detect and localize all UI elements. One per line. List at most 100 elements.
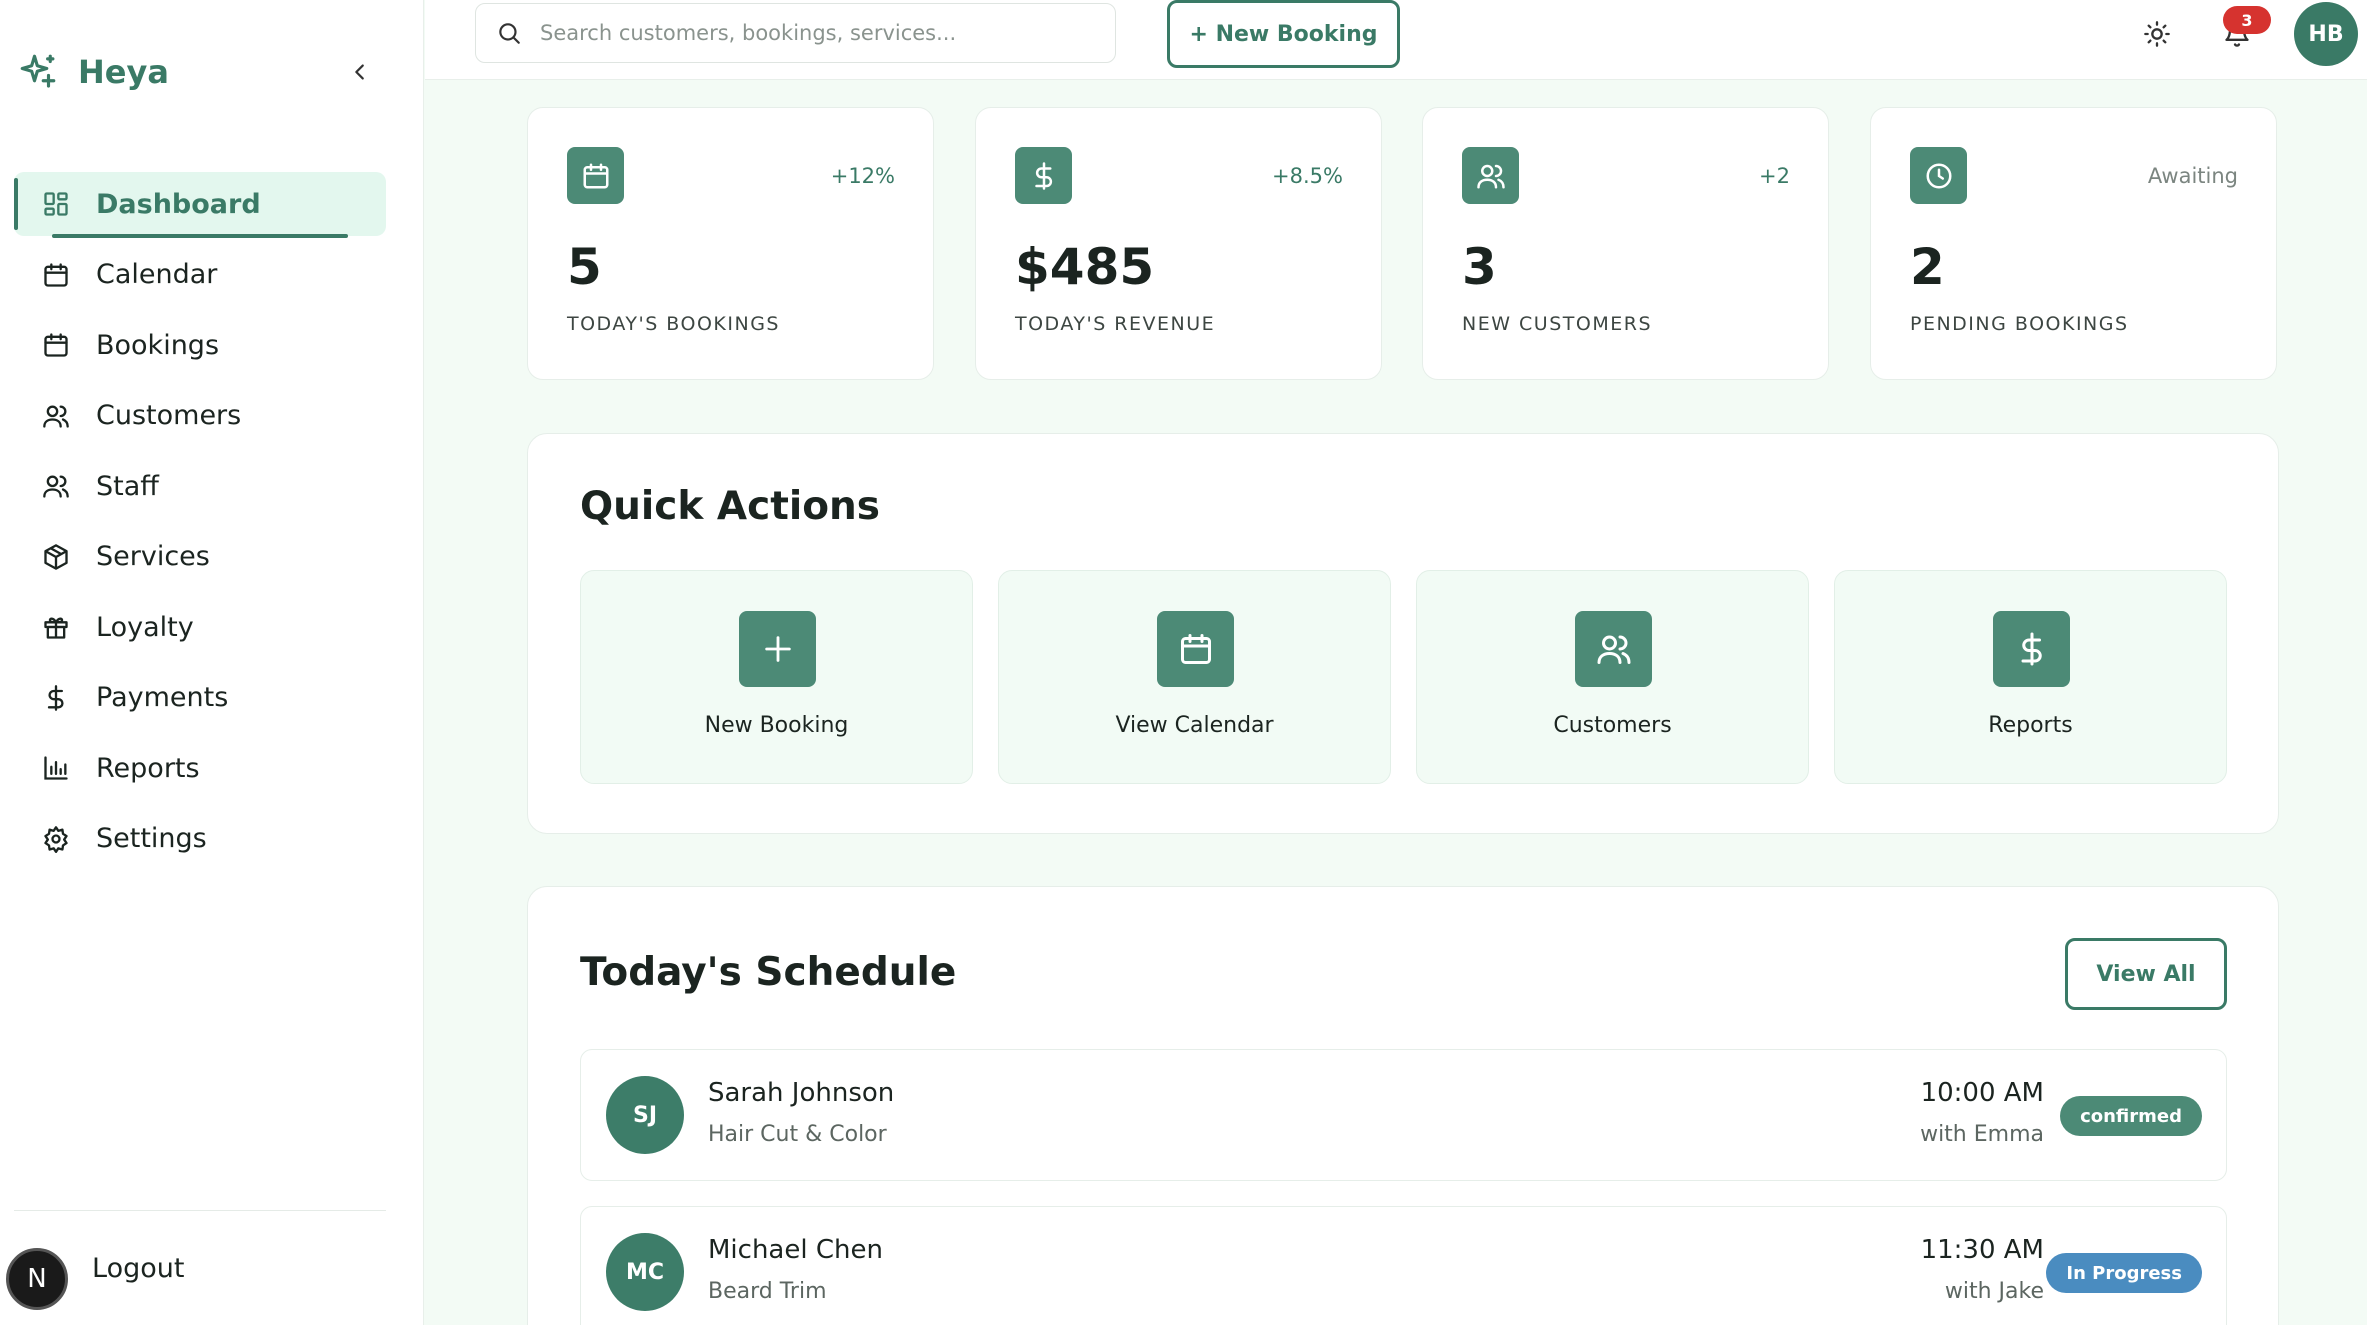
calendar-icon: [40, 329, 72, 361]
service-name: Hair Cut & Color: [708, 1122, 887, 1147]
sidebar-item-label: Loyalty: [96, 611, 194, 643]
bar-chart-icon: [40, 752, 72, 784]
sidebar: Heya Dashboard Calendar Bookings Custome…: [0, 0, 424, 1325]
box-icon: [40, 541, 72, 573]
stat-change: +12%: [830, 164, 895, 188]
dollar-icon: [1015, 147, 1072, 204]
logout-label: Logout: [92, 1252, 185, 1284]
quick-action-label: Reports: [1988, 713, 2073, 738]
calendar-icon: [567, 147, 624, 204]
stat-card-bookings: +12% 5 TODAY'S BOOKINGS: [527, 107, 934, 380]
booking-time: 11:30 AM: [1920, 1235, 2044, 1265]
dollar-icon: [40, 682, 72, 714]
view-all-button[interactable]: View All: [2065, 938, 2227, 1010]
users-icon: [1462, 147, 1519, 204]
stat-value: 2: [1910, 238, 1945, 296]
sparkle-logo-icon: [16, 50, 60, 94]
sidebar-item-services[interactable]: Services: [14, 525, 386, 589]
sidebar-item-label: Payments: [96, 682, 229, 713]
sidebar-item-label: Services: [96, 541, 210, 572]
staff-name: with Jake: [1944, 1279, 2044, 1304]
brand[interactable]: Heya: [16, 48, 169, 96]
sidebar-item-dashboard[interactable]: Dashboard: [14, 172, 386, 238]
schedule-row[interactable]: MC Michael Chen Beard Trim 11:30 AM with…: [580, 1206, 2227, 1325]
status-badge: In Progress: [2046, 1253, 2202, 1293]
chevron-left-icon: [355, 64, 364, 80]
sidebar-item-label: Calendar: [96, 259, 218, 290]
quick-action-label: View Calendar: [1115, 713, 1274, 738]
theme-toggle-button[interactable]: [2137, 14, 2177, 54]
sidebar-item-bookings[interactable]: Bookings: [14, 313, 386, 377]
search-icon: [499, 23, 520, 44]
sidebar-item-label: Staff: [96, 470, 159, 502]
sidebar-item-settings[interactable]: Settings: [14, 807, 386, 871]
sidebar-item-customers[interactable]: Customers: [14, 384, 386, 448]
stat-value: $485: [1015, 238, 1155, 296]
quick-action-label: Customers: [1553, 713, 1672, 738]
calendar-icon: [40, 259, 72, 291]
users-icon: [40, 400, 72, 432]
quick-action-customers[interactable]: Customers: [1416, 570, 1809, 784]
users-icon: [1575, 611, 1652, 687]
schedule-panel: Today's Schedule View All SJ Sarah Johns…: [527, 886, 2279, 1325]
sidebar-item-label: Customers: [96, 400, 242, 431]
dollar-icon: [1993, 611, 2070, 687]
sidebar-item-payments[interactable]: Payments: [14, 666, 386, 730]
quick-action-reports[interactable]: Reports: [1834, 570, 2227, 784]
customer-name: Michael Chen: [708, 1235, 883, 1265]
quick-actions-title: Quick Actions: [580, 484, 881, 529]
brand-name: Heya: [78, 53, 169, 91]
stat-change: Awaiting: [2147, 164, 2238, 188]
stat-card-pending: Awaiting 2 PENDING BOOKINGS: [1870, 107, 2277, 380]
booking-time: 10:00 AM: [1920, 1078, 2044, 1108]
collapse-sidebar-button[interactable]: [340, 52, 380, 92]
schedule-row[interactable]: SJ Sarah Johnson Hair Cut & Color 10:00 …: [580, 1049, 2227, 1181]
customer-name: Sarah Johnson: [708, 1078, 895, 1108]
plus-icon: [739, 611, 816, 687]
users-icon: [40, 470, 72, 502]
quick-action-label: New Booking: [704, 713, 849, 738]
stat-label: TODAY'S REVENUE: [1015, 313, 1216, 335]
service-name: Beard Trim: [708, 1279, 827, 1304]
quick-action-view-calendar[interactable]: View Calendar: [998, 570, 1391, 784]
sidebar-item-label: Bookings: [96, 329, 220, 361]
gift-icon: [40, 611, 72, 643]
sidebar-item-label: Reports: [96, 752, 200, 784]
stat-change: +8.5%: [1272, 164, 1343, 188]
schedule-title: Today's Schedule: [580, 950, 957, 995]
stat-value: 3: [1462, 238, 1497, 296]
search-input[interactable]: [540, 21, 1100, 45]
status-badge: confirmed: [2060, 1096, 2202, 1136]
stat-card-revenue: +8.5% $485 TODAY'S REVENUE: [975, 107, 1382, 380]
sidebar-item-calendar[interactable]: Calendar: [14, 243, 386, 307]
sidebar-item-label: Settings: [96, 823, 207, 854]
dev-tools-badge[interactable]: N: [6, 1248, 68, 1310]
quick-action-new-booking[interactable]: New Booking: [580, 570, 973, 784]
new-booking-button[interactable]: + New Booking: [1167, 0, 1400, 68]
stat-label: TODAY'S BOOKINGS: [567, 313, 780, 335]
stat-label: PENDING BOOKINGS: [1910, 313, 2129, 335]
sidebar-item-reports[interactable]: Reports: [14, 736, 386, 800]
gear-icon: [40, 823, 72, 855]
sidebar-item-label: Dashboard: [96, 188, 261, 220]
staff-name: with Emma: [1920, 1122, 2044, 1147]
notification-count-badge: 3: [2223, 6, 2271, 34]
top-bar: + New Booking 3 HB: [425, 0, 2367, 80]
stat-value: 5: [567, 238, 602, 296]
sidebar-item-loyalty[interactable]: Loyalty: [14, 595, 386, 659]
sidebar-divider: [14, 1210, 386, 1211]
dashboard-icon: [40, 188, 72, 220]
customer-avatar: SJ: [606, 1076, 684, 1154]
user-avatar[interactable]: HB: [2294, 2, 2358, 66]
quick-actions-panel: Quick Actions New Booking View Calendar …: [527, 433, 2279, 834]
stat-change: +2: [1759, 164, 1790, 188]
sidebar-nav: Dashboard Calendar Bookings Customers St…: [14, 172, 386, 877]
sun-icon: [2144, 21, 2170, 47]
search-box[interactable]: [475, 3, 1116, 63]
stat-label: NEW CUSTOMERS: [1462, 313, 1652, 335]
customer-avatar: MC: [606, 1233, 684, 1311]
sidebar-item-staff[interactable]: Staff: [14, 454, 386, 518]
calendar-icon: [1157, 611, 1234, 687]
clock-icon: [1910, 147, 1967, 204]
stat-card-customers: +2 3 NEW CUSTOMERS: [1422, 107, 1829, 380]
